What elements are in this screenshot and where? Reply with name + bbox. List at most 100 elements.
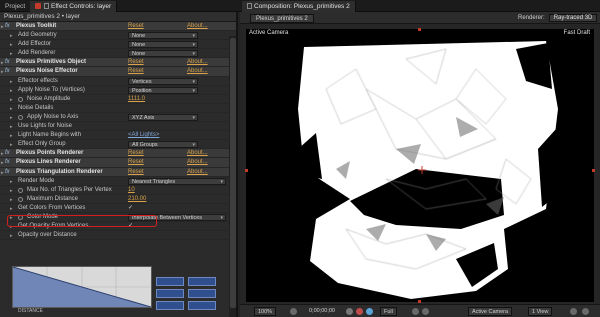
tab-project[interactable]: Project <box>0 1 32 12</box>
property-dropdown[interactable]: None ▾ <box>128 32 198 40</box>
fit-icon[interactable] <box>290 308 297 315</box>
renderer-value[interactable]: Ray-traced 3D <box>548 14 598 22</box>
expand-triangle-icon[interactable]: ▸ <box>10 106 13 112</box>
effect-property[interactable]: ▸ Get Colors From Vertices ✓ <box>0 204 236 213</box>
effect-property[interactable]: ▸ Add Effector None ▾ <box>0 40 236 50</box>
property-dropdown[interactable]: All Groups ▾ <box>128 141 198 149</box>
reset-link[interactable]: Reset <box>128 150 144 156</box>
effect-header[interactable]: ▸ fx Plexus Points Renderer Reset About... <box>0 149 236 159</box>
effect-property[interactable]: ▸ Maximum Distance 210.00 <box>0 195 236 204</box>
expand-triangle-icon[interactable]: ▸ <box>10 79 13 85</box>
expand-triangle-icon[interactable]: ▸ <box>10 197 13 203</box>
grid-icon[interactable] <box>570 308 577 315</box>
expand-triangle-icon[interactable]: ▸ <box>10 188 13 194</box>
expand-triangle-icon[interactable]: ▸ <box>10 133 13 139</box>
expand-triangle-icon[interactable]: ▸ <box>10 51 13 57</box>
effect-header[interactable]: ▸ fx Plexus Primitives Object Reset About... <box>0 58 236 68</box>
effect-property[interactable]: ▸ Render Mode Nearest Triangles ▾ <box>0 177 236 186</box>
views-dropdown[interactable]: 1 View <box>528 307 553 316</box>
expand-triangle-icon[interactable]: ▸ <box>1 151 4 157</box>
property-value[interactable]: 1111.0 <box>128 96 145 102</box>
expand-triangle-icon[interactable]: ▸ <box>1 24 4 30</box>
about-link[interactable]: About... <box>187 68 208 74</box>
reset-link[interactable]: Reset <box>128 59 144 65</box>
renderer-control[interactable]: Renderer: Ray-traced 3D <box>518 14 598 22</box>
property-value[interactable]: 10 <box>128 187 135 193</box>
about-link[interactable]: About... <box>187 150 208 156</box>
stopwatch-icon[interactable] <box>18 96 23 102</box>
expand-triangle-icon[interactable]: ▸ <box>10 179 13 185</box>
vertical-scrollbar[interactable] <box>229 36 236 317</box>
preset-button[interactable] <box>156 277 184 286</box>
preset-button[interactable] <box>156 301 184 310</box>
property-dropdown[interactable]: Position ▾ <box>128 86 198 94</box>
property-value[interactable]: 210.00 <box>128 196 146 202</box>
opacity-distance-graph[interactable] <box>12 266 152 308</box>
comp-tab[interactable]: Plexus_primitives 2 <box>250 14 314 23</box>
reset-link[interactable]: Reset <box>128 23 144 29</box>
effect-property[interactable]: ▸ Add Renderer None ▾ <box>0 49 236 59</box>
effect-property[interactable]: ▸ Light Name Begins with <All Lights> <box>0 131 236 141</box>
effect-property[interactable]: ▸ Apply Noise To (Vertices) Position ▾ <box>0 86 236 95</box>
expand-triangle-icon[interactable]: ▸ <box>10 124 13 130</box>
reset-link[interactable]: Reset <box>128 169 144 175</box>
snapshot-icon[interactable] <box>346 308 353 315</box>
about-link[interactable]: About... <box>187 59 208 65</box>
effect-header[interactable]: ▸ fx Plexus Toolkit Reset About... <box>0 22 236 32</box>
preset-button[interactable] <box>188 289 216 298</box>
stopwatch-icon[interactable] <box>18 114 23 120</box>
effect-property[interactable]: ▸ Effect Only Group All Groups ▾ <box>0 140 236 150</box>
expand-triangle-icon[interactable]: ▸ <box>10 142 13 148</box>
preset-button[interactable] <box>188 301 216 310</box>
expand-triangle-icon[interactable]: ▸ <box>1 60 4 66</box>
property-checkbox[interactable]: ✓ <box>128 205 134 211</box>
effect-property[interactable]: ▸ Effector effects Vertices ▾ <box>0 77 236 86</box>
fx-toggle-icon[interactable]: fx <box>5 68 10 74</box>
zoom-dropdown[interactable]: 100% <box>254 307 277 316</box>
expand-triangle-icon[interactable]: ▸ <box>10 97 13 103</box>
preset-button[interactable] <box>188 277 216 286</box>
render-icon[interactable] <box>582 308 589 315</box>
lock-icon[interactable] <box>247 3 252 9</box>
effect-property[interactable]: ▸ Use Lights for Noise <box>0 122 236 132</box>
timecode[interactable]: 0;00;00;00 <box>306 307 338 316</box>
fx-toggle-icon[interactable]: fx <box>5 159 10 165</box>
fx-toggle-icon[interactable]: fx <box>5 169 10 175</box>
effect-property[interactable]: ▸ Max No. of Triangles Per Vertex 10 <box>0 186 236 195</box>
tab-composition[interactable]: Composition: Plexus_primitives 2 <box>242 1 356 12</box>
property-dropdown[interactable]: None ▾ <box>128 41 198 49</box>
resolution-dropdown[interactable]: Full <box>380 307 397 316</box>
expand-triangle-icon[interactable]: ▸ <box>1 160 4 166</box>
reset-link[interactable]: Reset <box>128 159 144 165</box>
property-checkbox[interactable] <box>128 123 134 129</box>
color-icon[interactable] <box>366 308 373 315</box>
property-link[interactable]: <All Lights> <box>128 132 159 138</box>
expand-triangle-icon[interactable]: ▸ <box>10 233 13 239</box>
about-link[interactable]: About... <box>187 23 208 29</box>
camera-dropdown[interactable]: Active Camera <box>468 307 513 316</box>
property-dropdown[interactable]: XYZ Axis ▾ <box>128 113 198 121</box>
expand-triangle-icon[interactable]: ▸ <box>10 33 13 39</box>
property-dropdown[interactable]: Nearest Triangles ▾ <box>128 177 226 185</box>
fx-toggle-icon[interactable]: fx <box>5 23 10 29</box>
channel-icon[interactable] <box>356 308 363 315</box>
expand-triangle-icon[interactable]: ▸ <box>10 115 13 121</box>
expand-triangle-icon[interactable]: ▸ <box>1 69 4 75</box>
region-icon[interactable] <box>412 308 419 315</box>
composition-viewer[interactable]: Active Camera Fast Draft <box>245 28 595 303</box>
about-link[interactable]: About... <box>187 159 208 165</box>
stopwatch-icon[interactable] <box>18 196 23 202</box>
effect-property[interactable]: ▸ Noise Details <box>0 104 236 113</box>
expand-triangle-icon[interactable]: ▸ <box>1 170 4 176</box>
preset-button[interactable] <box>156 289 184 298</box>
property-dropdown[interactable]: Vertices ▾ <box>128 77 198 85</box>
fx-toggle-icon[interactable]: fx <box>5 150 10 156</box>
fx-toggle-icon[interactable]: fx <box>5 59 10 65</box>
transparency-icon[interactable] <box>422 308 429 315</box>
expand-triangle-icon[interactable]: ▸ <box>10 206 13 212</box>
effect-property[interactable]: ▸ Add Geometry None ▾ <box>0 31 236 41</box>
scrollbar-thumb[interactable] <box>230 38 236 308</box>
effect-header[interactable]: ▸ fx Plexus Lines Renderer Reset About... <box>0 158 236 168</box>
effect-property[interactable]: ▸ Noise Amplitude 1111.0 <box>0 95 236 104</box>
effect-property[interactable]: ▸ Opacity over Distance <box>0 231 236 241</box>
